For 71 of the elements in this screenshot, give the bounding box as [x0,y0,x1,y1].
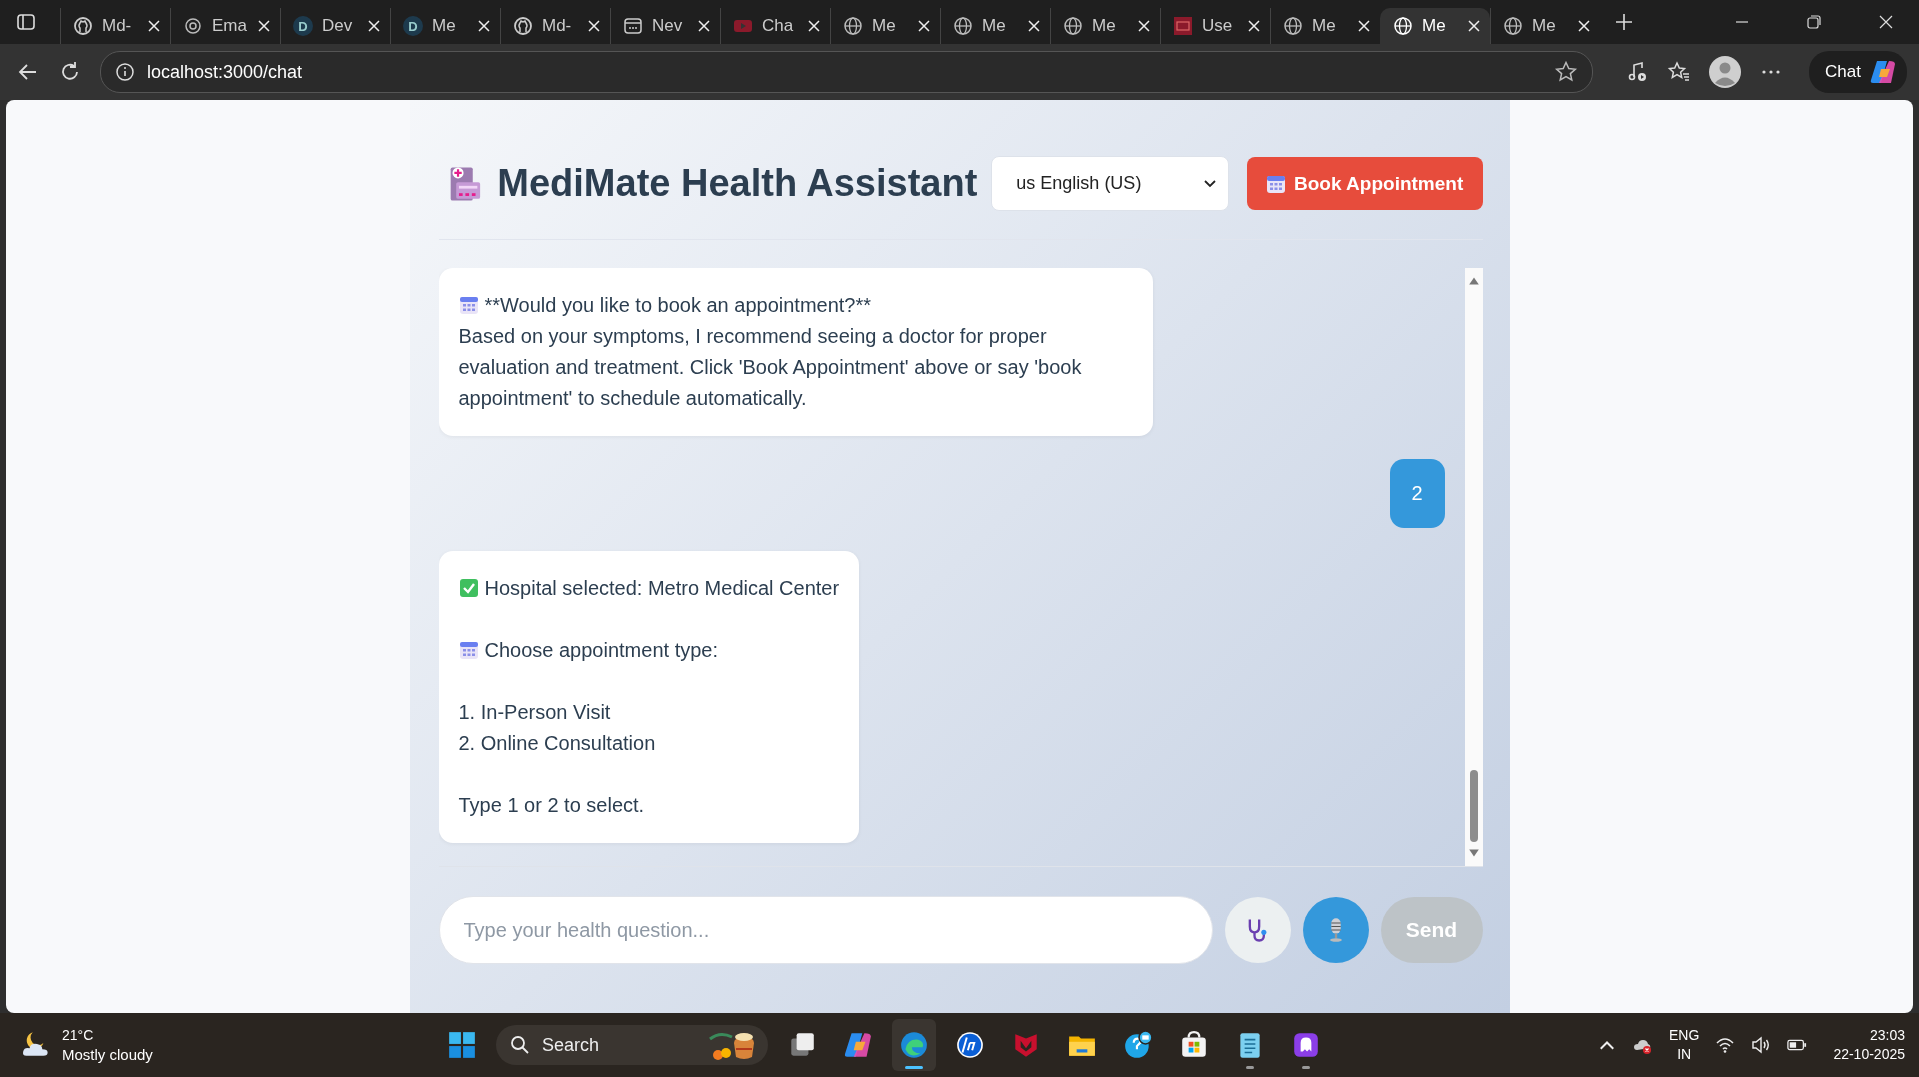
store-icon[interactable] [1179,1030,1209,1060]
ghost-icon[interactable] [1291,1030,1321,1060]
input-language[interactable]: ENG [1669,1026,1700,1045]
app-title: MediMate Health Assistant [497,162,978,205]
message-text: Type 1 or 2 to select. [458,793,645,818]
browser-tab[interactable]: Me [1380,8,1490,44]
help-icon[interactable] [1123,1030,1153,1060]
globe-icon [1283,16,1303,36]
message-text: 2 [1411,481,1423,506]
scrollbar[interactable] [1464,268,1483,866]
close-icon[interactable] [1578,20,1590,32]
cat-silhouette-icon [73,16,93,36]
close-icon[interactable] [368,20,380,32]
calendar-icon [458,640,479,660]
close-icon[interactable] [258,20,270,32]
message-text: Choose appointment type: [484,638,718,663]
globe-icon [1063,16,1083,36]
info-icon[interactable] [115,62,135,82]
weather-text: Mostly cloudy [62,1045,153,1064]
favorites-icon[interactable] [1667,60,1692,84]
avatar-icon[interactable] [1709,56,1742,88]
close-icon[interactable] [1879,15,1893,29]
close-icon[interactable] [808,20,820,32]
language-select[interactable]: us English (US) [991,156,1229,211]
clock-time[interactable]: 23:03 [1869,1026,1905,1045]
calendar-icon [1266,173,1287,194]
close-icon[interactable] [478,20,490,32]
message-text: 2. Online Consultation [458,731,656,756]
close-icon[interactable] [698,20,710,32]
close-icon[interactable] [148,20,160,32]
chevron-down-icon [1203,179,1216,188]
id-card-icon [1173,16,1193,36]
message-text: Hospital selected: Metro Medical Center [484,576,840,601]
temperature: 21°C [62,1026,95,1045]
new-tab-icon[interactable] [1614,12,1634,32]
letter-icon: D [403,16,423,36]
scrollbar-thumb[interactable] [1469,770,1478,842]
close-icon[interactable] [1468,20,1480,32]
window-icon [623,16,643,36]
message-text: Based on your symptoms, I recommend seeing a doctor for proper evaluation and treatment. Click 'Book Appointment' above or say 'book appointment' to schedule automatically. [458,324,1083,411]
close-icon[interactable] [1248,20,1260,32]
checkmark-icon [458,578,479,598]
tab-actions-icon[interactable] [16,12,36,32]
speaker-icon[interactable] [1751,1035,1772,1055]
taskbar-search[interactable]: Search [496,1025,768,1065]
close-icon[interactable] [588,20,600,32]
wifi-icon[interactable] [1715,1035,1736,1055]
close-icon[interactable] [918,20,930,32]
calendar-icon [458,295,479,315]
close-icon[interactable] [1028,20,1040,32]
clock-date[interactable]: 22-10-2025 [1833,1045,1905,1064]
star-icon[interactable] [1554,60,1579,84]
globe-icon [843,16,863,36]
book-appointment-button[interactable]: Book Appointment [1246,157,1483,210]
message-text: 1. In-Person Visit [458,700,611,725]
letter-icon: D [293,16,313,36]
input-region[interactable]: IN [1677,1045,1692,1064]
scroll-down-icon[interactable] [1467,848,1480,858]
globe-icon [953,16,973,36]
chat-button[interactable]: Chat [1809,51,1907,93]
close-icon[interactable] [1138,20,1150,32]
close-icon[interactable] [1358,20,1370,32]
scroll-up-icon[interactable] [1467,276,1480,286]
address-bar[interactable]: localhost:3000/chat [100,51,1594,93]
cat-silhouette-icon [513,16,533,36]
globe-icon [1503,16,1523,36]
globe-icon [1393,16,1413,36]
message-input[interactable]: Type your health question... [438,896,1213,964]
search-icon [510,1035,530,1055]
restore-icon[interactable] [1807,15,1821,29]
message-text: **Would you like to book an appointment?** [484,293,872,318]
